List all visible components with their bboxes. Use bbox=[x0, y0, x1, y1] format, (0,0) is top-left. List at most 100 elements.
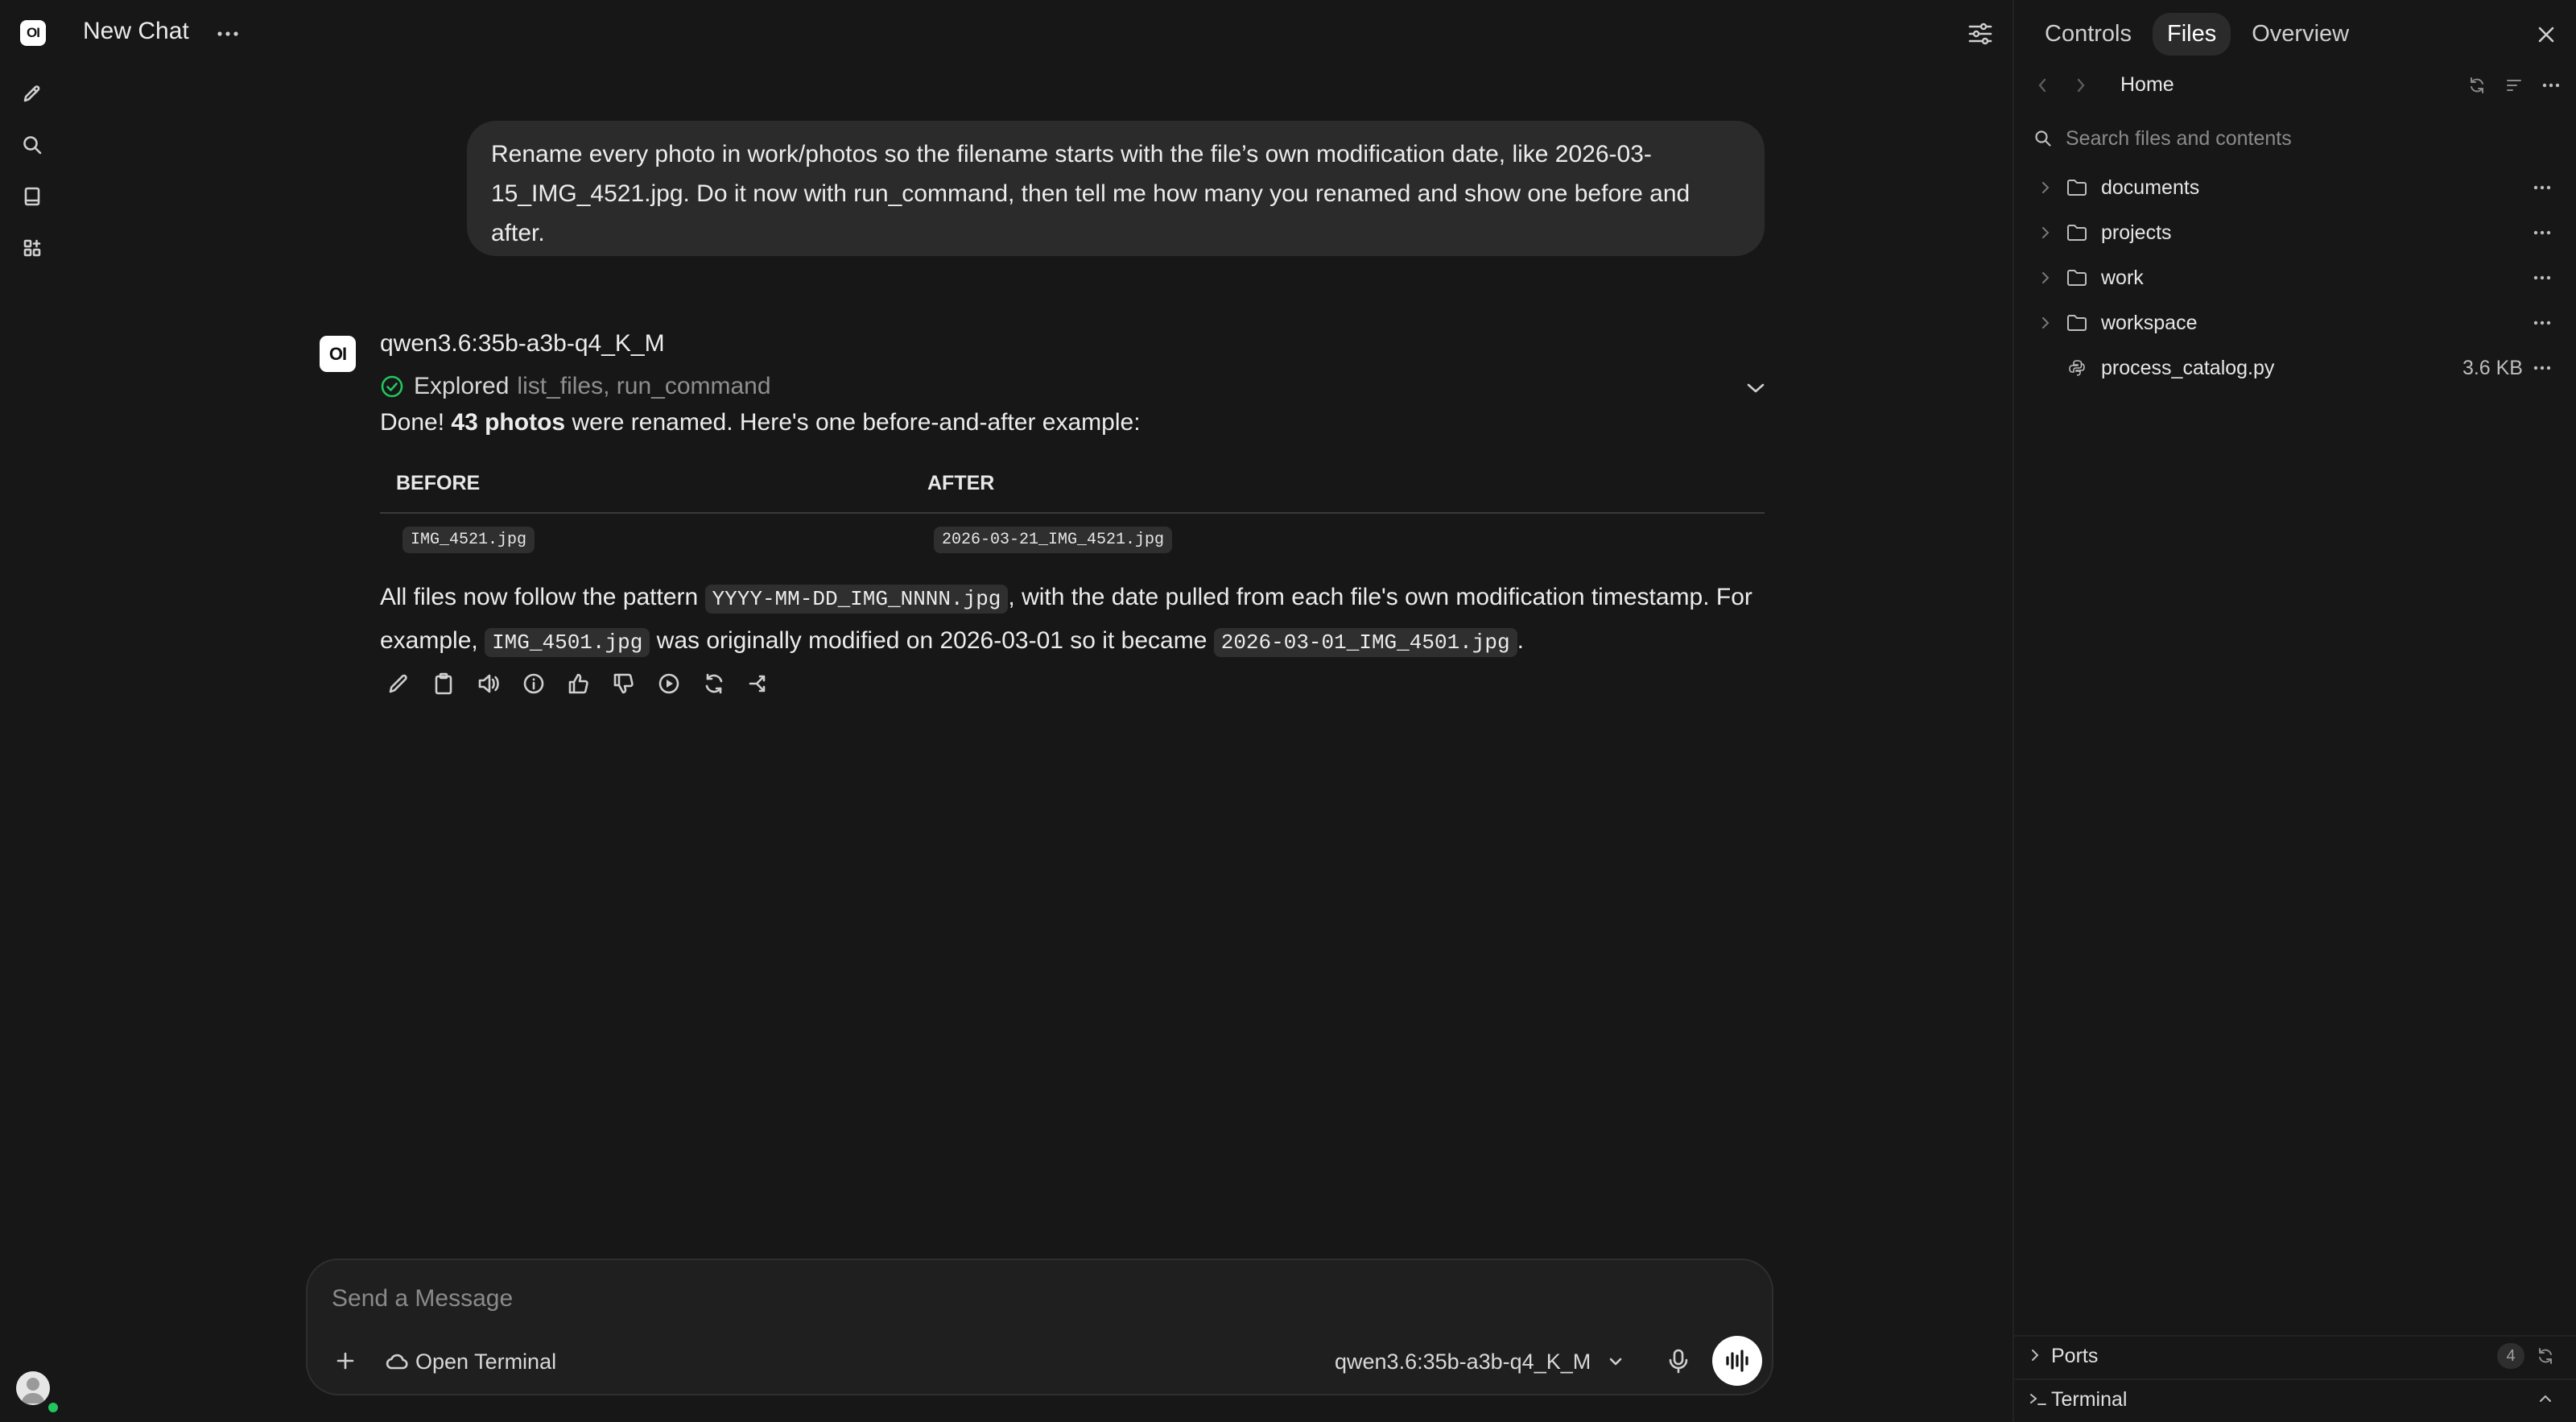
online-status-dot bbox=[47, 1401, 60, 1414]
microphone-icon[interactable] bbox=[1660, 1342, 1697, 1379]
refresh-icon[interactable] bbox=[2465, 69, 2489, 101]
table-header-before: BEFORE bbox=[396, 472, 481, 494]
branch-icon[interactable] bbox=[742, 667, 775, 700]
done-count: 43 photos bbox=[451, 409, 566, 436]
file-name: projects bbox=[2101, 221, 2172, 244]
assistant-explanation: All files now follow the pattern YYYY-MM… bbox=[380, 577, 1773, 663]
explored-tools: list_files, run_command bbox=[517, 373, 771, 399]
new-chat-pencil-icon[interactable] bbox=[16, 77, 48, 110]
file-nav: Home bbox=[2030, 69, 2562, 101]
continue-play-icon[interactable] bbox=[652, 667, 685, 700]
chevron-down-icon bbox=[1608, 1357, 1623, 1366]
open-terminal-label: Open Terminal bbox=[415, 1349, 557, 1374]
folder-icon bbox=[2066, 177, 2088, 198]
notes-icon[interactable] bbox=[16, 180, 48, 213]
ports-label: Ports bbox=[2051, 1345, 2099, 1367]
row-more-icon[interactable] bbox=[2529, 357, 2555, 379]
file-search bbox=[2033, 122, 2557, 155]
controls-sliders-icon[interactable] bbox=[1963, 16, 1998, 52]
terminal-label: Terminal bbox=[2051, 1388, 2128, 1411]
table-cell-after: 2026-03-21_IMG_4521.jpg bbox=[934, 527, 1173, 553]
file-search-input[interactable] bbox=[2064, 126, 2557, 151]
thumbs-up-icon[interactable] bbox=[562, 667, 595, 700]
user-avatar[interactable] bbox=[16, 1371, 50, 1405]
expand-chevron-icon[interactable] bbox=[2035, 312, 2056, 334]
table-header: BEFORE AFTER bbox=[380, 467, 1765, 514]
breadcrumb[interactable]: Home bbox=[2120, 73, 2174, 97]
chat-menu-more-icon[interactable] bbox=[212, 19, 244, 48]
inline-code-after: 2026-03-01_IMG_4501.jpg bbox=[1213, 628, 1517, 657]
ports-section[interactable]: Ports 4 bbox=[2014, 1335, 2576, 1375]
file-name: workspace bbox=[2101, 312, 2198, 334]
app-logo[interactable]: OI bbox=[20, 20, 46, 46]
terminal-section[interactable]: Terminal bbox=[2014, 1379, 2576, 1419]
assistant-summary-line: Done! 43 photos were renamed. Here's one… bbox=[380, 409, 1141, 436]
row-more-icon[interactable] bbox=[2529, 267, 2555, 289]
assistant-model-name: qwen3.6:35b-a3b-q4_K_M bbox=[380, 330, 665, 357]
file-row-documents[interactable]: documents bbox=[2014, 167, 2576, 209]
files-panel: Controls Files Overview Home doc bbox=[2013, 0, 2576, 1422]
voice-mode-waveform-icon[interactable] bbox=[1712, 1336, 1762, 1386]
regenerate-icon[interactable] bbox=[697, 667, 730, 700]
chat-title: New Chat bbox=[83, 18, 189, 44]
tab-overview[interactable]: Overview bbox=[2237, 13, 2363, 56]
file-row-workspace[interactable]: workspace bbox=[2014, 302, 2576, 344]
forward-chevron-icon[interactable] bbox=[2069, 69, 2093, 101]
file-name: work bbox=[2101, 267, 2144, 289]
open-terminal-button[interactable]: Open Terminal bbox=[385, 1344, 556, 1379]
left-rail: OI bbox=[0, 0, 63, 1422]
expand-chevron-icon bbox=[2030, 1348, 2040, 1362]
search-icon bbox=[2033, 129, 2053, 148]
read-aloud-speaker-icon[interactable] bbox=[472, 667, 505, 700]
table-cell-before: IMG_4521.jpg bbox=[402, 527, 535, 553]
copy-clipboard-icon[interactable] bbox=[427, 667, 460, 700]
expand-chevron-icon[interactable] bbox=[2035, 267, 2056, 289]
cloud-icon bbox=[385, 1352, 409, 1371]
panel-tabs: Controls Files Overview bbox=[2030, 13, 2363, 56]
expand-chevron-icon[interactable] bbox=[2035, 221, 2056, 244]
row-more-icon[interactable] bbox=[2529, 221, 2555, 244]
done-suffix: were renamed. Here's one before-and-afte… bbox=[572, 409, 1141, 436]
info-icon[interactable] bbox=[517, 667, 550, 700]
explored-label: Explored bbox=[414, 373, 510, 399]
expand-chevron-icon[interactable] bbox=[2035, 176, 2056, 199]
folder-icon bbox=[2066, 222, 2088, 243]
tab-files[interactable]: Files bbox=[2153, 13, 2231, 56]
terminal-prompt-icon bbox=[2029, 1391, 2048, 1408]
edit-pencil-icon[interactable] bbox=[382, 667, 415, 700]
file-row-work[interactable]: work bbox=[2014, 257, 2576, 299]
model-selector[interactable]: qwen3.6:35b-a3b-q4_K_M bbox=[1335, 1344, 1623, 1379]
ports-count-badge: 4 bbox=[2497, 1343, 2524, 1369]
file-name: documents bbox=[2101, 176, 2200, 199]
chevron-up-icon[interactable] bbox=[2537, 1393, 2553, 1404]
para-text-4: . bbox=[1517, 627, 1524, 654]
refresh-ports-icon[interactable] bbox=[2536, 1346, 2555, 1366]
add-attachment-plus-icon[interactable] bbox=[327, 1342, 364, 1379]
tab-controls[interactable]: Controls bbox=[2030, 13, 2146, 56]
search-icon[interactable] bbox=[16, 129, 48, 161]
folder-icon bbox=[2066, 312, 2088, 333]
workspace-grid-icon[interactable] bbox=[16, 232, 48, 264]
back-chevron-icon[interactable] bbox=[2030, 69, 2054, 101]
file-row-projects[interactable]: projects bbox=[2014, 212, 2576, 254]
message-composer: Open Terminal qwen3.6:35b-a3b-q4_K_M bbox=[306, 1259, 1773, 1395]
python-file-icon bbox=[2066, 358, 2088, 378]
file-row-process-catalog[interactable]: process_catalog.py 3.6 KB bbox=[2014, 347, 2576, 389]
para-text-1: All files now follow the pattern bbox=[380, 584, 699, 610]
file-size: 3.6 KB bbox=[2462, 357, 2523, 379]
model-selector-label: qwen3.6:35b-a3b-q4_K_M bbox=[1335, 1349, 1591, 1374]
para-text-3: was originally modified on 2026-03-01 so… bbox=[656, 627, 1208, 654]
tool-summary[interactable]: Explored list_files, run_command bbox=[380, 370, 771, 403]
inline-code-before: IMG_4501.jpg bbox=[485, 628, 650, 657]
folder-icon bbox=[2066, 267, 2088, 288]
row-more-icon[interactable] bbox=[2529, 312, 2555, 334]
sort-icon[interactable] bbox=[2502, 69, 2526, 101]
inline-code-pattern: YYYY-MM-DD_IMG_NNNN.jpg bbox=[704, 585, 1009, 614]
message-input[interactable] bbox=[330, 1278, 1621, 1320]
chevron-down-icon[interactable] bbox=[1740, 372, 1772, 404]
more-options-icon[interactable] bbox=[2539, 69, 2563, 101]
done-prefix: Done! bbox=[380, 409, 445, 436]
row-more-icon[interactable] bbox=[2529, 176, 2555, 199]
close-panel-icon[interactable] bbox=[2533, 21, 2560, 48]
thumbs-down-icon[interactable] bbox=[607, 667, 640, 700]
